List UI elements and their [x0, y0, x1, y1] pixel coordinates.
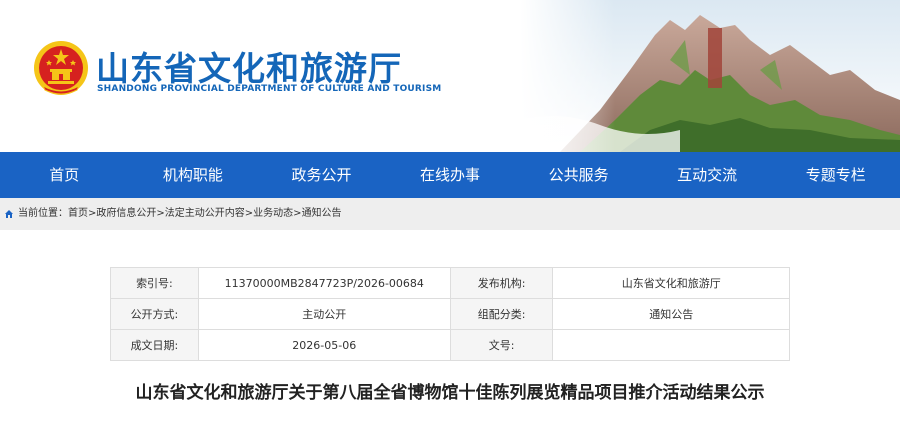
breadcrumb-link-home[interactable]: 首页: [68, 198, 88, 230]
nav-item-public-services[interactable]: 公共服务: [514, 152, 643, 198]
home-icon: [5, 210, 13, 218]
breadcrumb-separator: >: [156, 208, 165, 219]
table-row: 公开方式: 主动公开 组配分类: 通知公告: [110, 298, 790, 330]
site-header: 山东省文化和旅游厅 SHANDONG PROVINCIAL DEPARTMENT…: [0, 0, 900, 152]
breadcrumb-link-business[interactable]: 业务动态: [253, 198, 293, 230]
nav-item-functions[interactable]: 机构职能: [129, 152, 258, 198]
index-number-label: 索引号:: [110, 267, 199, 299]
mountain-scenery-banner: [520, 0, 900, 152]
category-label: 组配分类:: [449, 298, 554, 330]
document-date-value: 2026-05-06: [197, 329, 451, 361]
nav-item-online-services[interactable]: 在线办事: [386, 152, 515, 198]
site-title[interactable]: 山东省文化和旅游厅: [96, 42, 402, 90]
breadcrumb-separator: >: [244, 208, 254, 219]
disclosure-method-label: 公开方式:: [110, 298, 199, 330]
site-subtitle: SHANDONG PROVINCIAL DEPARTMENT OF CULTUR…: [97, 84, 442, 94]
breadcrumb-link-gov-info[interactable]: 政府信息公开: [96, 198, 156, 230]
breadcrumb-separator: >: [88, 208, 97, 219]
breadcrumb-separator: >: [293, 208, 302, 219]
disclosure-method-value: 主动公开: [197, 298, 451, 330]
nav-item-government-affairs[interactable]: 政务公开: [257, 152, 386, 198]
publisher-value: 山东省文化和旅游厅: [552, 267, 790, 299]
document-number-value: [552, 329, 790, 361]
breadcrumb-link-notices[interactable]: 通知公告: [302, 198, 342, 230]
category-value: 通知公告: [552, 298, 790, 330]
article-title: 山东省文化和旅游厅关于第八届全省博物馆十佳陈列展览精品项目推介活动结果公示: [135, 383, 765, 403]
index-number-value: 11370000MB2847723P/2026-00684: [197, 267, 451, 299]
nav-item-interaction[interactable]: 互动交流: [643, 152, 772, 198]
document-number-label: 文号:: [449, 329, 554, 361]
main-navigation: 首页 机构职能 政务公开 在线办事 公共服务 互动交流 专题专栏: [0, 152, 900, 198]
breadcrumb: 当前位置： 首页 > 政府信息公开 > 法定主动公开内容 > 业务动态 > 通知…: [0, 198, 900, 230]
publisher-label: 发布机构:: [449, 267, 554, 299]
document-info-table: 索引号: 11370000MB2847723P/2026-00684 发布机构:…: [110, 267, 790, 361]
nav-item-home[interactable]: 首页: [0, 152, 129, 198]
breadcrumb-link-statutory[interactable]: 法定主动公开内容: [165, 198, 245, 230]
table-row: 索引号: 11370000MB2847723P/2026-00684 发布机构:…: [110, 267, 790, 299]
nav-item-special-topics[interactable]: 专题专栏: [771, 152, 900, 198]
document-date-label: 成文日期:: [110, 329, 199, 361]
national-emblem-icon: [34, 41, 88, 95]
table-row: 成文日期: 2026-05-06 文号:: [110, 329, 790, 361]
breadcrumb-prefix: 当前位置：: [18, 208, 68, 219]
